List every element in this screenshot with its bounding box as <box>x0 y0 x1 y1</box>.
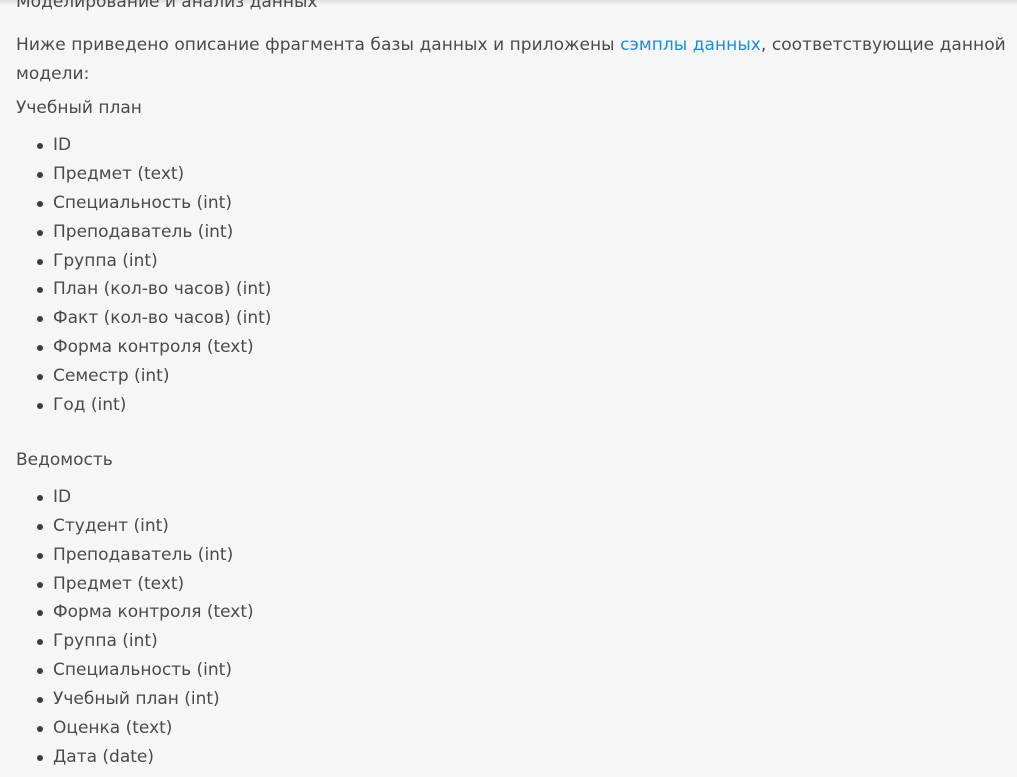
field-item: Предмет (text) <box>16 573 1011 602</box>
field-item: ID <box>16 486 1011 515</box>
field-item: Семестр (int) <box>16 365 1011 394</box>
intro-text-before: Ниже приведено описание фрагмента базы д… <box>16 35 621 55</box>
field-item: Преподаватель (int) <box>16 544 1011 573</box>
field-item: Группа (int) <box>16 630 1011 659</box>
section-title-curriculum: Учебный план <box>16 98 142 118</box>
field-item: ID <box>16 134 1011 163</box>
field-item: Год (int) <box>16 394 1011 423</box>
section-title-gradebook: Ведомость <box>16 449 113 470</box>
data-samples-link[interactable]: сэмплы данных <box>620 35 761 55</box>
article-content: Моделирование и анализ данных Ниже приве… <box>16 0 1011 775</box>
field-item: Оценка (text) <box>16 717 1011 746</box>
field-item: Группа (int) <box>16 250 1011 279</box>
page-title: Моделирование и анализ данных <box>16 0 318 12</box>
field-item: Студент (int) <box>16 515 1011 544</box>
field-item: Преподаватель (int) <box>16 221 1011 250</box>
gradebook-field-list: ID Студент (int) Преподаватель (int) Пре… <box>16 486 1011 775</box>
field-item: Специальность (int) <box>16 659 1011 688</box>
field-item: План (кол-во часов) (int) <box>16 278 1011 307</box>
field-item: Форма контроля (text) <box>16 336 1011 365</box>
intro-paragraph: Ниже приведено описание фрагмента базы д… <box>16 31 1011 89</box>
field-item: Предмет (text) <box>16 163 1011 192</box>
field-item: Учебный план (int) <box>16 688 1011 717</box>
curriculum-field-list: ID Предмет (text) Специальность (int) Пр… <box>16 134 1011 423</box>
field-item: Форма контроля (text) <box>16 601 1011 630</box>
field-item: Дата (date) <box>16 746 1011 775</box>
field-item: Факт (кол-во часов) (int) <box>16 307 1011 336</box>
field-item: Специальность (int) <box>16 192 1011 221</box>
